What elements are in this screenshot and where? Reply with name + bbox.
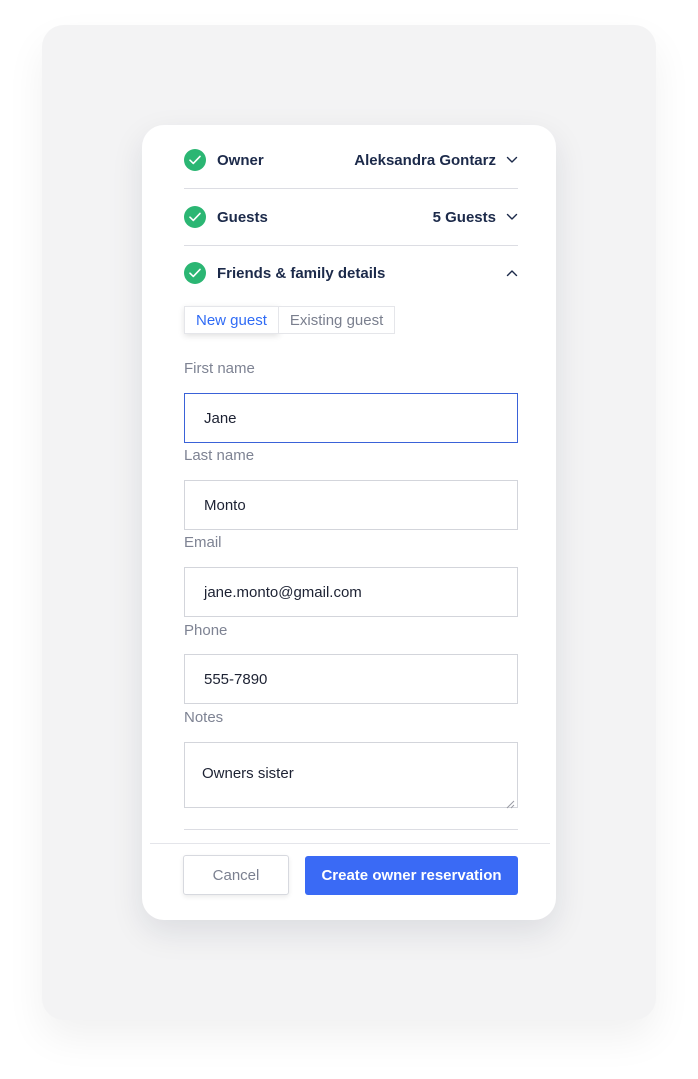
guest-type-tabs: New guest Existing guest — [184, 306, 396, 334]
phone-label: Phone — [184, 622, 228, 639]
email-field[interactable]: jane.monto@gmail.com — [184, 567, 518, 617]
last-name-field[interactable]: Monto — [184, 480, 518, 530]
footer-divider — [150, 843, 550, 844]
guests-section[interactable]: Guests 5 Guests — [184, 189, 518, 246]
guests-count: 5 Guests — [432, 208, 496, 226]
check-circle-icon — [184, 262, 206, 284]
notes-textarea[interactable]: Owners sister — [184, 742, 518, 809]
owner-section-title: Owner — [217, 151, 264, 169]
resize-handle-icon[interactable] — [506, 796, 515, 809]
phone-field[interactable]: 555-7890 — [184, 654, 518, 704]
chevron-down-icon[interactable] — [506, 211, 518, 223]
reservation-card: Owner Aleksandra Gontarz Guests 5 Guests… — [142, 125, 556, 920]
first-name-label: First name — [184, 360, 255, 377]
first-name-value: Jane — [204, 409, 237, 427]
cancel-button[interactable]: Cancel — [183, 855, 289, 895]
email-value: jane.monto@gmail.com — [204, 583, 362, 601]
first-name-field[interactable]: Jane — [184, 393, 518, 443]
chevron-up-icon[interactable] — [506, 267, 518, 279]
create-owner-reservation-button[interactable]: Create owner reservation — [305, 856, 518, 895]
last-name-label: Last name — [184, 447, 255, 464]
chevron-down-icon[interactable] — [506, 154, 518, 166]
form-divider — [184, 829, 518, 830]
notes-label: Notes — [184, 709, 224, 726]
tab-new-guest[interactable]: New guest — [184, 306, 279, 334]
owner-section[interactable]: Owner Aleksandra Gontarz — [184, 132, 518, 189]
details-section-title: Friends & family details — [217, 264, 386, 282]
notes-value: Owners sister — [202, 765, 294, 782]
email-label: Email — [184, 534, 222, 551]
tab-existing-guest[interactable]: Existing guest — [278, 306, 396, 334]
details-section[interactable]: Friends & family details — [184, 245, 518, 301]
owner-name: Aleksandra Gontarz — [354, 151, 496, 169]
last-name-value: Monto — [204, 496, 246, 514]
check-circle-icon — [184, 149, 206, 171]
check-circle-icon — [184, 206, 206, 228]
phone-value: 555-7890 — [204, 670, 268, 688]
guests-section-title: Guests — [217, 208, 268, 226]
